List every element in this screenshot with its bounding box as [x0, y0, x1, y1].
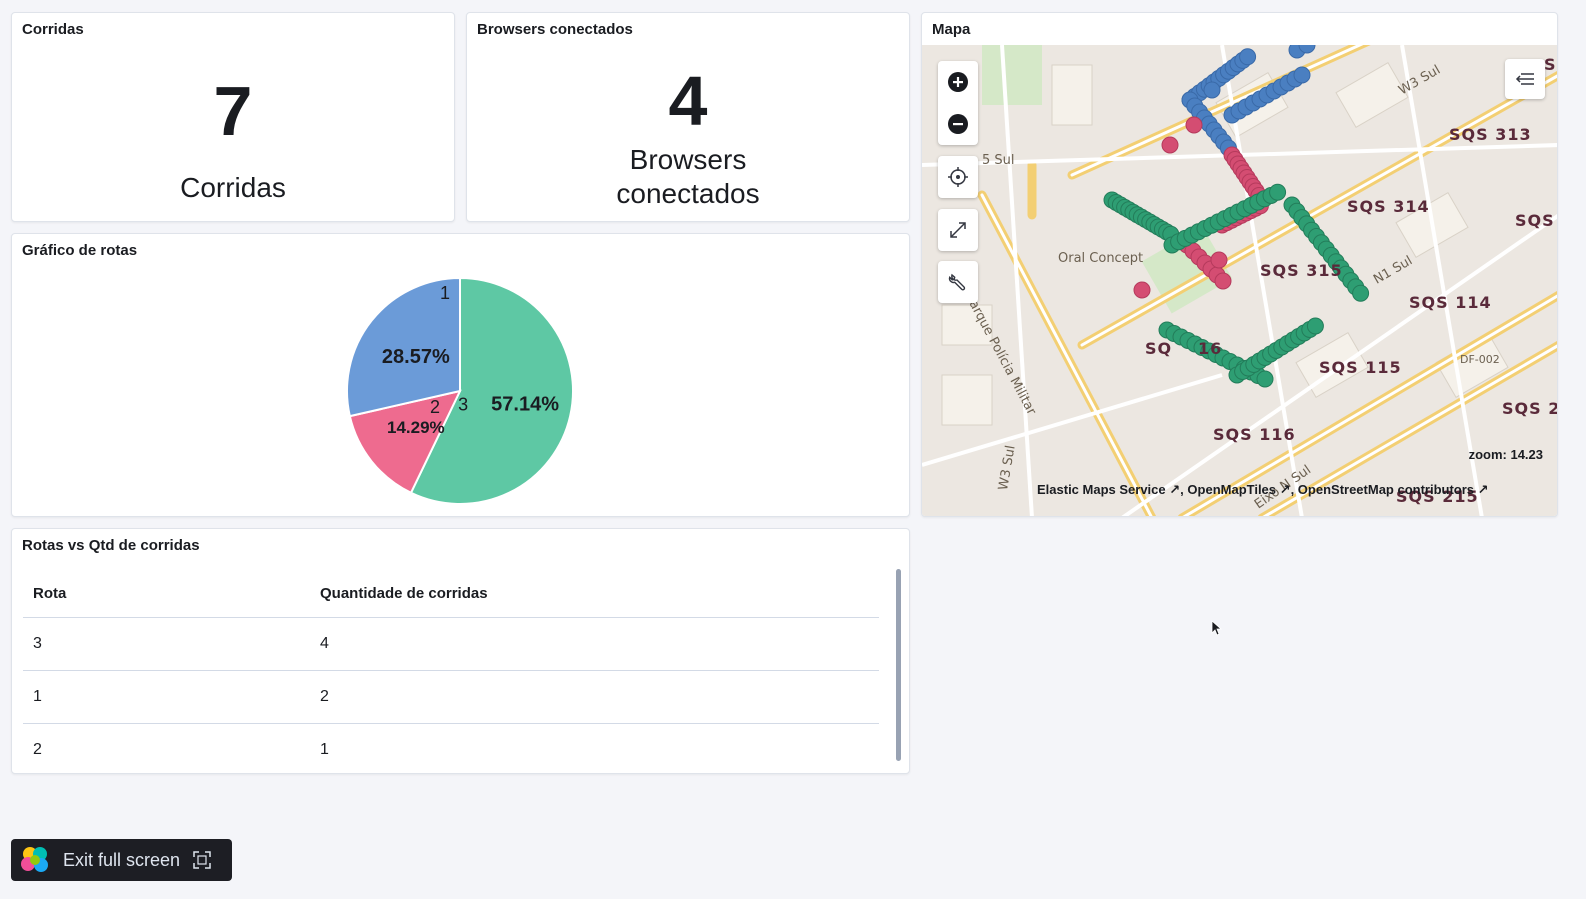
minus-icon: [948, 114, 968, 134]
table-cell: 2: [310, 670, 879, 724]
zoom-out-button[interactable]: [938, 103, 978, 145]
route-point: [1185, 116, 1203, 134]
metric-panel-browsers: Browsers conectados 4 Browsers conectado…: [466, 12, 910, 222]
route-point: [1210, 251, 1228, 269]
attribution-link[interactable]: OpenStreetMap contributors: [1298, 482, 1474, 497]
road-label: 5 Sul: [982, 153, 1015, 168]
external-link-icon: ↗: [1477, 482, 1489, 497]
table-cell: 1: [320, 740, 329, 758]
reset-view-control: [938, 156, 978, 198]
metric-label: Corridas: [180, 172, 286, 203]
road-label: Oral Concept: [1058, 251, 1144, 266]
map-label: SQ: [1145, 339, 1173, 358]
metric-label-line2: conectados: [616, 178, 760, 209]
pie-category-label: 2: [430, 397, 440, 417]
panel-title: Gráfico de rotas: [22, 242, 138, 259]
map-label: SQS 315: [1260, 261, 1343, 280]
table-row: 3 4: [23, 617, 879, 671]
map-label: SQS: [1515, 211, 1555, 230]
metric-value: 4: [668, 62, 708, 140]
map-label: SQS 313: [1449, 125, 1532, 144]
table-row: 2 1: [23, 723, 879, 773]
route-point: [1161, 136, 1179, 154]
plus-icon: [948, 72, 968, 92]
metric-panel-corridas: Corridas 7 Corridas: [11, 12, 455, 222]
external-link-icon: ↗: [1169, 482, 1181, 497]
zoom-in-button[interactable]: [938, 61, 978, 103]
route-point: [1133, 281, 1151, 299]
column-header-quantidade[interactable]: Quantidade de corridas: [310, 571, 879, 618]
route-point: [1352, 284, 1370, 302]
map-label: SQS 2: [1502, 399, 1558, 418]
exit-full-screen-label: Exit full screen: [63, 849, 181, 870]
column-header-rota[interactable]: Rota: [23, 571, 310, 618]
road-label: DF-002: [1460, 353, 1500, 366]
map-canvas[interactable]: SQS 313 SQS 314 SQS SQS 315 SQS 114 SQS …: [922, 45, 1558, 516]
metric-label-line1: Browsers: [629, 144, 747, 175]
route-point: [1214, 272, 1232, 290]
tools-control: [938, 261, 978, 303]
attribution-link[interactable]: Elastic Maps Service: [1037, 482, 1166, 497]
table-row: 1 2: [23, 670, 879, 724]
table-cell: 4: [310, 617, 879, 671]
table-scrollbar[interactable]: [896, 569, 901, 761]
panel-title: Corridas: [22, 21, 84, 38]
tools-button[interactable]: [938, 261, 978, 303]
pie-value-label: 14.29%: [387, 418, 445, 437]
mouse-cursor-icon: [1211, 620, 1223, 636]
route-point: [1239, 48, 1257, 66]
map-label: SQS 116: [1213, 425, 1296, 444]
pie-category-label: 3: [458, 395, 468, 415]
map-zoom-level: zoom: 14.23: [1468, 447, 1543, 462]
route-point: [1269, 183, 1287, 201]
route-point: [1306, 317, 1324, 335]
collapse-left-icon: [1515, 73, 1534, 85]
layer-control-toggle[interactable]: [1505, 59, 1545, 99]
attribution-link[interactable]: OpenMapTiles: [1187, 482, 1276, 497]
map-panel: Mapa SQS 313 SQS 314 SQS SQS 315 SQS 114…: [921, 12, 1558, 517]
table-cell: 2: [33, 740, 42, 758]
map-label: SQS 115: [1319, 358, 1402, 377]
route-point: [1293, 66, 1311, 84]
panel-title: Mapa: [932, 21, 971, 38]
map-attribution: Elastic Maps Service ↗, OpenMapTiles ↗, …: [1037, 482, 1489, 497]
table-cell: 1: [23, 670, 310, 724]
pie-chart-panel: Gráfico de rotas 57.14% 3 14.29% 2 28.57% 1: [11, 233, 910, 517]
wrench-icon: [948, 273, 966, 291]
fit-to-data-button[interactable]: [938, 209, 978, 251]
data-table: Rota Quantidade de corridas 3 4 1 2 2 1: [23, 571, 879, 773]
route-point: [1203, 81, 1221, 99]
panel-title: Browsers conectados: [477, 21, 633, 38]
map-label: Sc: [1544, 55, 1557, 74]
metric-value: 7: [213, 72, 253, 150]
crosshair-icon: [948, 167, 968, 187]
pie-chart[interactable]: 57.14% 3 14.29%2 28.57% 1: [332, 272, 592, 512]
table-cell: 3: [23, 617, 310, 671]
fit-bounds-control: [938, 209, 978, 251]
elastic-logo-icon: [21, 847, 48, 872]
fullscreen-exit-icon: [193, 851, 211, 869]
map-label: SQS 314: [1347, 197, 1430, 216]
route-point: [1256, 370, 1274, 388]
exit-full-screen-button[interactable]: Exit full screen: [11, 839, 232, 881]
pie-category-label: 1: [440, 283, 450, 303]
panel-title: Rotas vs Qtd de corridas: [22, 537, 200, 554]
external-link-icon: ↗: [1279, 482, 1291, 497]
zoom-controls: [938, 61, 978, 145]
map-label: SQS 114: [1409, 293, 1492, 312]
pie-value-label: 57.14%: [491, 394, 559, 416]
table-header-row: Rota Quantidade de corridas: [23, 571, 879, 618]
map-label: 16: [1198, 339, 1223, 358]
reset-view-button[interactable]: [938, 156, 978, 198]
pie-value-label: 28.57%: [382, 346, 450, 368]
expand-icon: [950, 222, 966, 238]
table-panel: Rotas vs Qtd de corridas Rota Quantidade…: [11, 528, 910, 774]
